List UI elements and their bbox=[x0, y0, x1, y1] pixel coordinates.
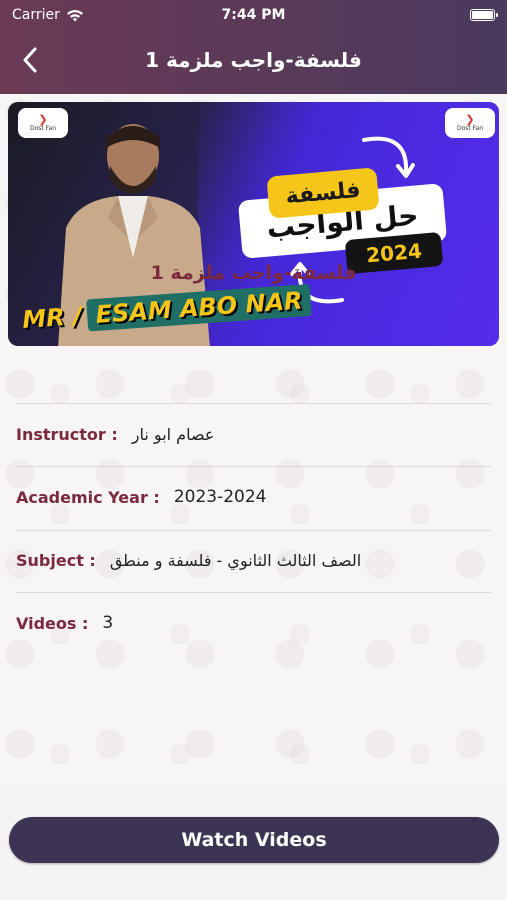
status-left: Carrier bbox=[12, 7, 84, 23]
academic-year-row: Academic Year : 2023-2024 bbox=[16, 477, 491, 517]
battery-icon bbox=[470, 9, 498, 21]
course-title: فلسفة-واجب ملزمة 1 bbox=[150, 262, 357, 284]
subject-label: Subject : bbox=[16, 550, 96, 570]
academic-year-label: Academic Year : bbox=[16, 487, 160, 507]
course-banner: ❯ Dost Fan ❯ Dost Fan حل الواجب فلسفة 20… bbox=[8, 102, 499, 346]
instructor-label: Instructor : bbox=[16, 424, 118, 444]
divider bbox=[16, 592, 491, 593]
brand-logo-mark: ❯ bbox=[38, 112, 48, 126]
brand-logo-text: Dost Fan bbox=[456, 124, 484, 132]
status-bar: Carrier 7:44 PM bbox=[0, 0, 507, 30]
videos-count: 3 bbox=[102, 613, 114, 633]
battery-fill bbox=[472, 11, 493, 19]
divider bbox=[16, 403, 491, 404]
carrier-label: Carrier bbox=[12, 7, 60, 23]
brand-logo-text: Dost Fan bbox=[29, 124, 57, 132]
divider bbox=[16, 530, 491, 531]
instructor-value: عصام ابو نار bbox=[131, 424, 215, 444]
app-header: Carrier 7:44 PM فلسفة-واجب ملزمة 1 bbox=[0, 0, 507, 94]
banner-name-prefix: MR / bbox=[21, 301, 83, 335]
wifi-icon bbox=[66, 9, 83, 21]
instructor-row: Instructor : عصام ابو نار bbox=[16, 414, 491, 454]
brand-logo-left: ❯ Dost Fan bbox=[18, 108, 68, 138]
watch-videos-button[interactable]: Watch Videos bbox=[9, 817, 499, 863]
brand-logo-right: ❯ Dost Fan bbox=[445, 108, 495, 138]
videos-label: Videos : bbox=[16, 613, 89, 633]
videos-row: Videos : 3 bbox=[16, 603, 491, 643]
subject-row: Subject : الصف الثالث الثانوي - فلسفة و … bbox=[16, 540, 491, 580]
back-button[interactable] bbox=[14, 44, 46, 76]
divider bbox=[16, 466, 491, 467]
subject-value: الصف الثالث الثانوي - فلسفة و منطق bbox=[109, 550, 362, 570]
chevron-left-icon bbox=[23, 47, 37, 73]
page-title: فلسفة-واجب ملزمة 1 bbox=[145, 48, 362, 72]
academic-year-value: 2023-2024 bbox=[173, 487, 267, 507]
nav-bar: فلسفة-واجب ملزمة 1 bbox=[0, 40, 507, 80]
brand-logo-mark: ❯ bbox=[465, 112, 475, 126]
